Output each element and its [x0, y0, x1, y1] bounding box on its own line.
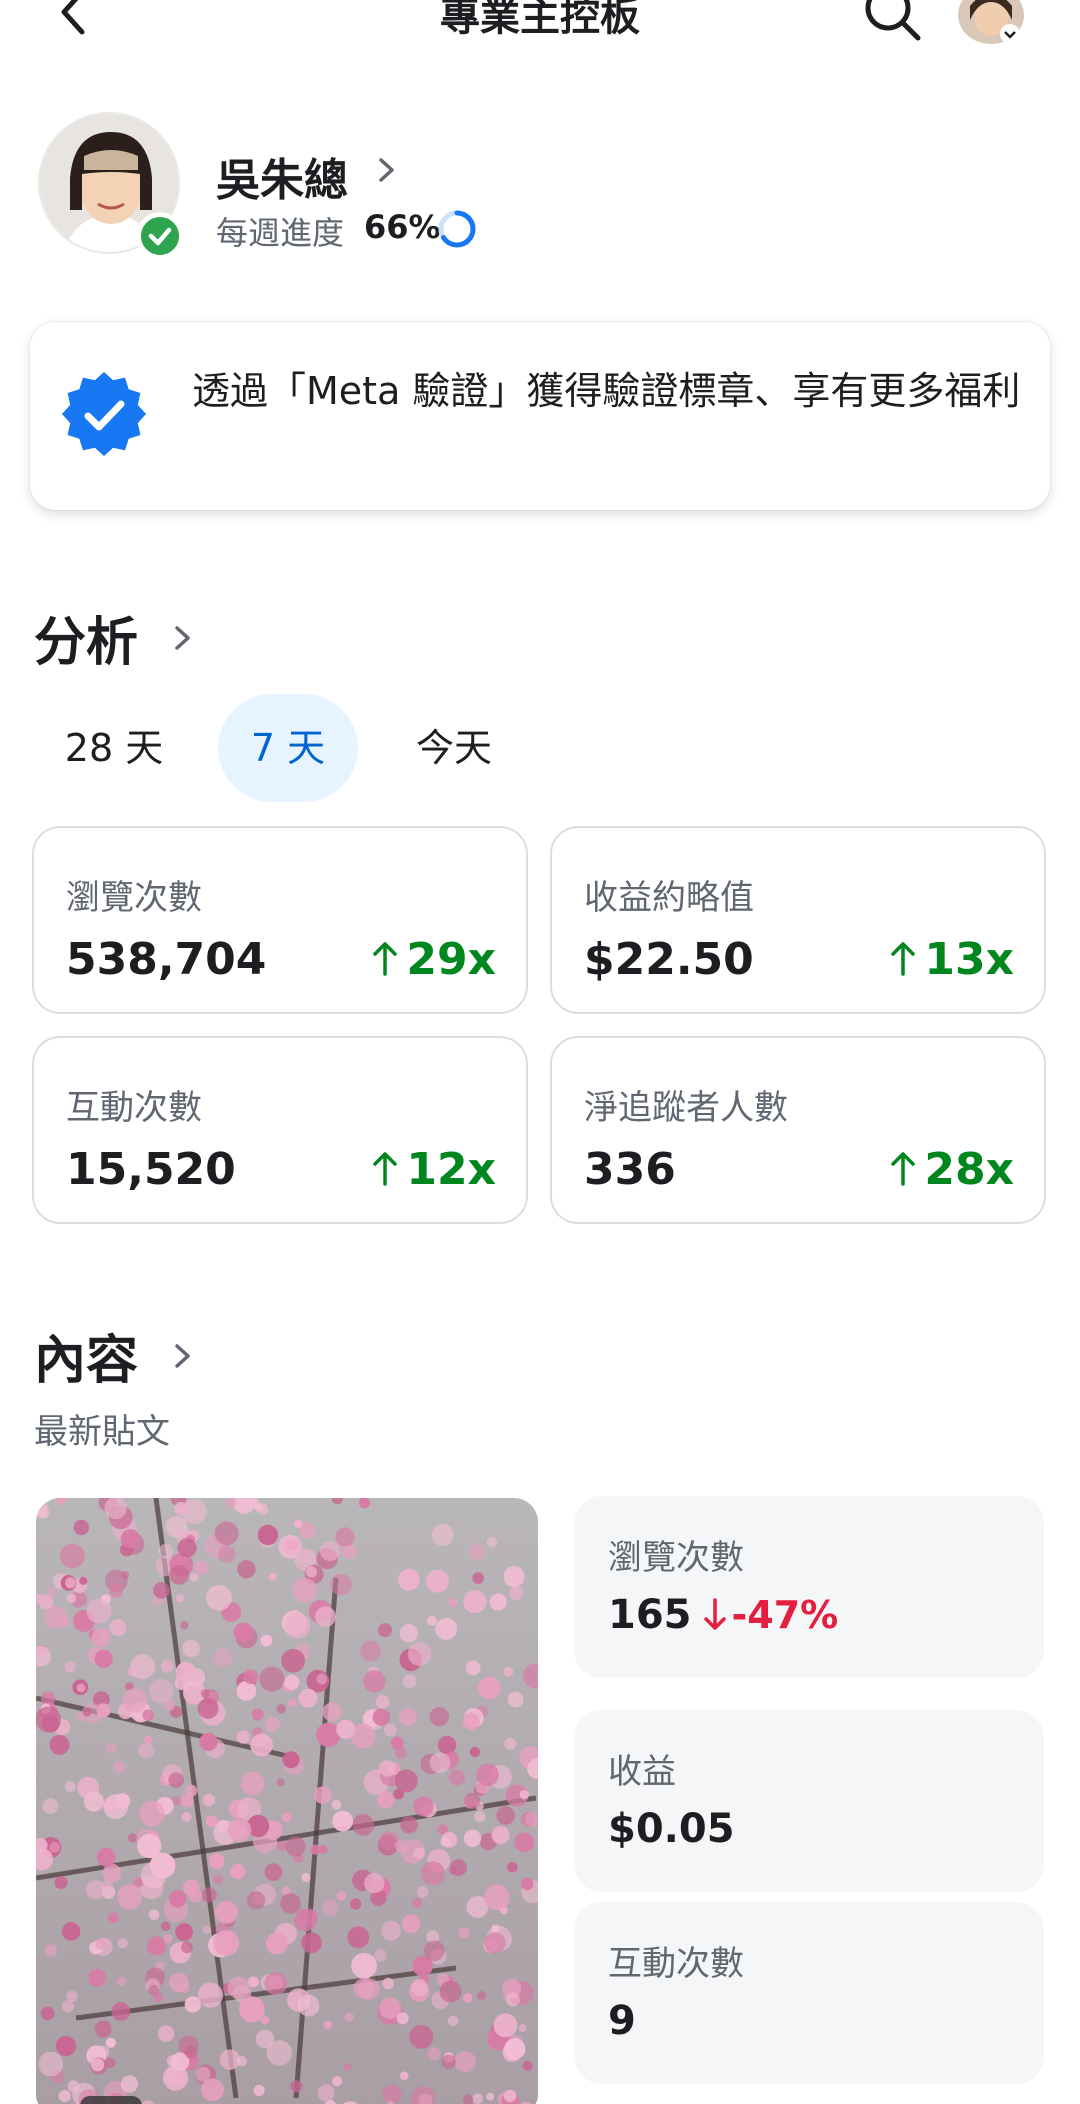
profile-name[interactable]: 吳朱總 — [216, 144, 348, 208]
latest-posts-label: 最新貼文 — [34, 1412, 170, 1452]
weekly-progress-value: 66% — [364, 208, 441, 246]
metric-card-revenue[interactable]: 收益約略值 $22.50 13x — [550, 826, 1046, 1014]
metric-change-value: 29x — [406, 934, 496, 985]
arrow-up-icon — [373, 1152, 398, 1186]
analytics-title[interactable]: 分析 — [34, 600, 138, 675]
tab-7-days[interactable]: 7 天 — [218, 694, 358, 802]
chevron-right-icon[interactable] — [170, 1336, 196, 1376]
metric-value: 336 — [584, 1144, 676, 1195]
arrow-up-icon — [891, 942, 916, 976]
tab-28-days[interactable]: 28 天 — [38, 694, 190, 802]
verified-badge-icon — [60, 370, 148, 458]
metric-label: 互動次數 — [66, 1088, 202, 1128]
chevron-right-icon[interactable] — [374, 150, 400, 190]
search-icon — [865, 0, 921, 41]
cherry-blossom-image — [36, 1498, 538, 2104]
metric-change-value: 12x — [406, 1144, 496, 1195]
metric-change: 13x — [888, 934, 1014, 985]
meta-verified-banner[interactable]: 透過「Meta 驗證」獲得驗證標章、享有更多福利 — [30, 322, 1050, 510]
metric-change: 28x — [888, 1144, 1014, 1195]
progress-ring-icon — [436, 208, 478, 250]
stat-label: 瀏覽次數 — [608, 1538, 744, 1578]
metric-change-value: 13x — [924, 934, 1014, 985]
top-bar: 專業主控板 — [0, 0, 1080, 60]
stat-value: 9 — [608, 1998, 636, 2044]
search-button[interactable] — [858, 0, 928, 44]
stat-label: 互動次數 — [608, 1944, 744, 1984]
stat-change: -47% — [702, 1593, 839, 1637]
metric-value: 538,704 — [66, 934, 267, 985]
arrow-down-icon — [703, 1598, 726, 1630]
stat-value: $0.05 — [608, 1806, 735, 1852]
content-title[interactable]: 內容 — [34, 1318, 138, 1393]
chevron-right-icon[interactable] — [170, 618, 196, 658]
weekly-progress-label: 每週進度 — [216, 214, 345, 252]
metric-label: 瀏覽次數 — [66, 878, 202, 918]
meta-verified-text: 透過「Meta 驗證」獲得驗證標章、享有更多福利 — [192, 369, 1021, 413]
metric-card-views[interactable]: 瀏覽次數 538,704 29x — [32, 826, 528, 1014]
metric-change: 29x — [370, 934, 496, 985]
stat-label: 收益 — [608, 1752, 676, 1792]
stat-value: 165 -47% — [608, 1592, 838, 1638]
metric-label: 收益約略值 — [584, 878, 754, 918]
latest-post-thumbnail[interactable] — [36, 1498, 538, 2104]
post-stat-interactions[interactable]: 互動次數 9 — [574, 1902, 1044, 2084]
metric-card-net-followers[interactable]: 淨追蹤者人數 336 28x — [550, 1036, 1046, 1224]
post-stat-revenue[interactable]: 收益 $0.05 — [574, 1710, 1044, 1892]
tab-today[interactable]: 今天 — [392, 694, 516, 802]
verified-check-icon — [136, 212, 184, 260]
metric-value: $22.50 — [584, 934, 754, 985]
arrow-up-icon — [891, 1152, 916, 1186]
metric-card-interactions[interactable]: 互動次數 15,520 12x — [32, 1036, 528, 1224]
metric-label: 淨追蹤者人數 — [584, 1088, 788, 1128]
stat-change-value: -47% — [731, 1593, 839, 1637]
metric-change: 12x — [370, 1144, 496, 1195]
arrow-up-icon — [373, 942, 398, 976]
post-stat-views[interactable]: 瀏覽次數 165 -47% — [574, 1496, 1044, 1678]
stat-value-number: 165 — [608, 1592, 692, 1638]
metric-change-value: 28x — [924, 1144, 1014, 1195]
metric-value: 15,520 — [66, 1144, 236, 1195]
